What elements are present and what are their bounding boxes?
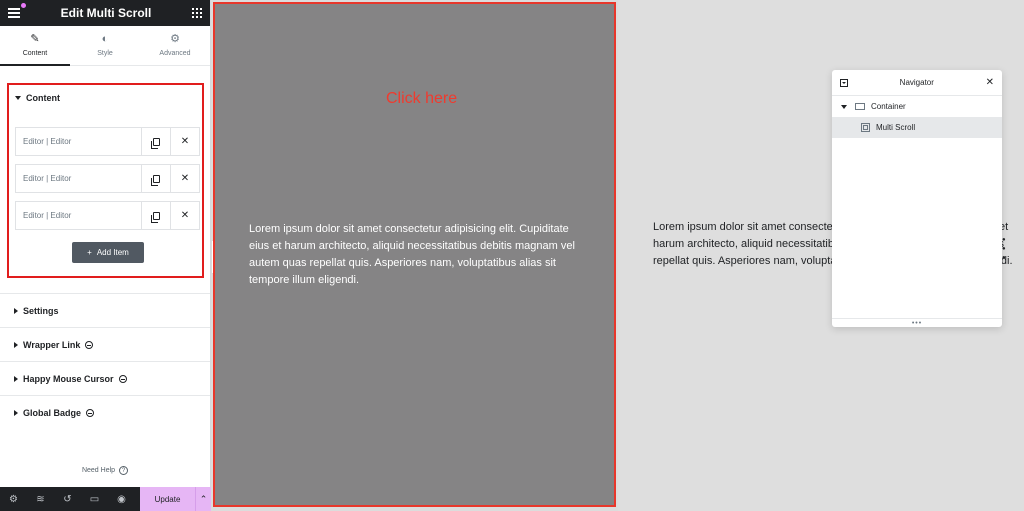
navigator-item-container[interactable]: Container xyxy=(832,96,1002,117)
navigator-panel: Navigator ✕ Container Multi Scroll ••• xyxy=(832,70,1002,327)
need-help-label: Need Help xyxy=(81,467,116,474)
add-item-button[interactable]: + Add Item xyxy=(72,242,144,263)
caret-down-icon xyxy=(841,104,847,109)
chevron-up-icon[interactable]: ⌃ xyxy=(195,487,211,511)
remove-button[interactable]: ✕ xyxy=(170,128,199,155)
section-settings-label: Settings xyxy=(23,305,59,316)
preview-eye-icon[interactable]: ◉ xyxy=(108,494,135,505)
content-section-toggle[interactable]: Content xyxy=(15,93,60,103)
caret-right-icon xyxy=(14,307,18,314)
section-happy-mouse-cursor[interactable]: Happy Mouse Cursor xyxy=(0,361,210,395)
section-wrapper-link-label: Wrapper Link xyxy=(23,339,81,350)
copy-icon xyxy=(150,174,160,186)
duplicate-button[interactable] xyxy=(141,128,170,155)
update-button[interactable]: Update xyxy=(140,487,195,511)
plus-icon: + xyxy=(87,248,92,257)
panel-header: Edit Multi Scroll xyxy=(0,0,210,26)
repeater-item[interactable]: Editor | Editor ✕ xyxy=(15,127,200,156)
section-wrapper-link[interactable]: Wrapper Link xyxy=(0,327,210,361)
caret-right-icon xyxy=(14,409,18,416)
repeater-item[interactable]: Editor | Editor ✕ xyxy=(15,201,200,230)
panel-tabs: ✎ Content ◐ Style ⚙ Advanced xyxy=(0,26,210,66)
close-icon: ✕ xyxy=(180,136,190,147)
widgets-grid-icon[interactable] xyxy=(191,8,202,18)
caret-right-icon xyxy=(14,341,18,348)
navigator-item-container-label: Container xyxy=(871,102,906,111)
duplicate-button[interactable] xyxy=(141,202,170,229)
left-pane-text: Lorem ipsum dolor sit amet consectetur a… xyxy=(249,223,575,286)
section-global-badge-label: Global Badge xyxy=(23,407,82,418)
need-help-link[interactable]: Need Help ? xyxy=(0,466,210,475)
editor-panel: Edit Multi Scroll ✎ Content ◐ Style ⚙ Ad… xyxy=(0,0,211,511)
copy-icon xyxy=(150,137,160,149)
collapse-all-icon[interactable] xyxy=(840,78,848,87)
layers-icon[interactable]: ≋ xyxy=(27,494,54,505)
tab-style-label: Style xyxy=(97,50,113,57)
panel-title: Edit Multi Scroll xyxy=(60,6,152,20)
section-happy-mouse-cursor-label: Happy Mouse Cursor xyxy=(23,373,114,384)
happy-addons-badge-icon xyxy=(85,340,94,349)
remove-button[interactable]: ✕ xyxy=(170,165,199,192)
panel-footer: ⚙ ≋ ↺ ▭ ◉ Update ⌃ xyxy=(0,487,211,511)
notification-dot-icon xyxy=(21,3,26,8)
tab-advanced[interactable]: ⚙ Advanced xyxy=(140,26,210,65)
container-icon xyxy=(855,103,865,110)
question-icon: ? xyxy=(119,466,129,475)
scroll-nav-dots[interactable]: ● ● ● xyxy=(1002,236,1006,263)
duplicate-button[interactable] xyxy=(141,165,170,192)
responsive-mode-icon[interactable]: ▭ xyxy=(81,494,108,505)
repeater-item[interactable]: Editor | Editor ✕ xyxy=(15,164,200,193)
navigator-item-multi-scroll-label: Multi Scroll xyxy=(876,123,916,132)
navigator-item-multi-scroll[interactable]: Multi Scroll xyxy=(832,117,1002,138)
settings-gear-icon[interactable]: ⚙ xyxy=(0,494,27,505)
section-settings[interactable]: Settings xyxy=(0,293,210,327)
caret-down-icon xyxy=(15,96,21,100)
close-icon: ✕ xyxy=(180,210,190,221)
happy-addons-badge-icon xyxy=(118,374,127,383)
navigator-title: Navigator xyxy=(899,78,934,87)
click-here-annotation: Click here xyxy=(386,90,458,107)
close-icon: ✕ xyxy=(180,173,190,184)
tab-advanced-label: Advanced xyxy=(159,50,191,57)
tab-style[interactable]: ◐ Style xyxy=(70,26,140,65)
content-section: Content Editor | Editor ✕ Editor | Edito… xyxy=(7,83,204,278)
tab-content[interactable]: ✎ Content xyxy=(0,26,70,66)
tab-content-label: Content xyxy=(22,50,48,57)
copy-icon xyxy=(150,211,160,223)
gear-icon: ⚙ xyxy=(170,33,180,45)
repeater-item-label: Editor | Editor xyxy=(23,174,72,183)
navigator-header: Navigator ✕ xyxy=(832,70,1002,96)
happy-addons-badge-icon xyxy=(86,408,95,417)
repeater-item-label: Editor | Editor xyxy=(23,137,72,146)
add-item-label: Add Item xyxy=(96,248,129,257)
section-global-badge[interactable]: Global Badge xyxy=(0,395,210,429)
history-icon[interactable]: ↺ xyxy=(54,494,81,505)
hamburger-menu-icon[interactable] xyxy=(8,3,26,18)
half-circle-icon: ◐ xyxy=(101,33,109,45)
widget-icon xyxy=(861,123,870,132)
multi-scroll-left-pane[interactable]: Click here Lorem ipsum dolor sit amet co… xyxy=(213,2,616,507)
navigator-resize-handle[interactable]: ••• xyxy=(832,318,1002,327)
repeater-item-label: Editor | Editor xyxy=(23,211,72,220)
content-section-title: Content xyxy=(26,93,60,103)
caret-right-icon xyxy=(14,375,18,382)
close-icon[interactable]: ✕ xyxy=(986,77,994,88)
remove-button[interactable]: ✕ xyxy=(170,202,199,229)
pencil-icon: ✎ xyxy=(30,33,40,45)
